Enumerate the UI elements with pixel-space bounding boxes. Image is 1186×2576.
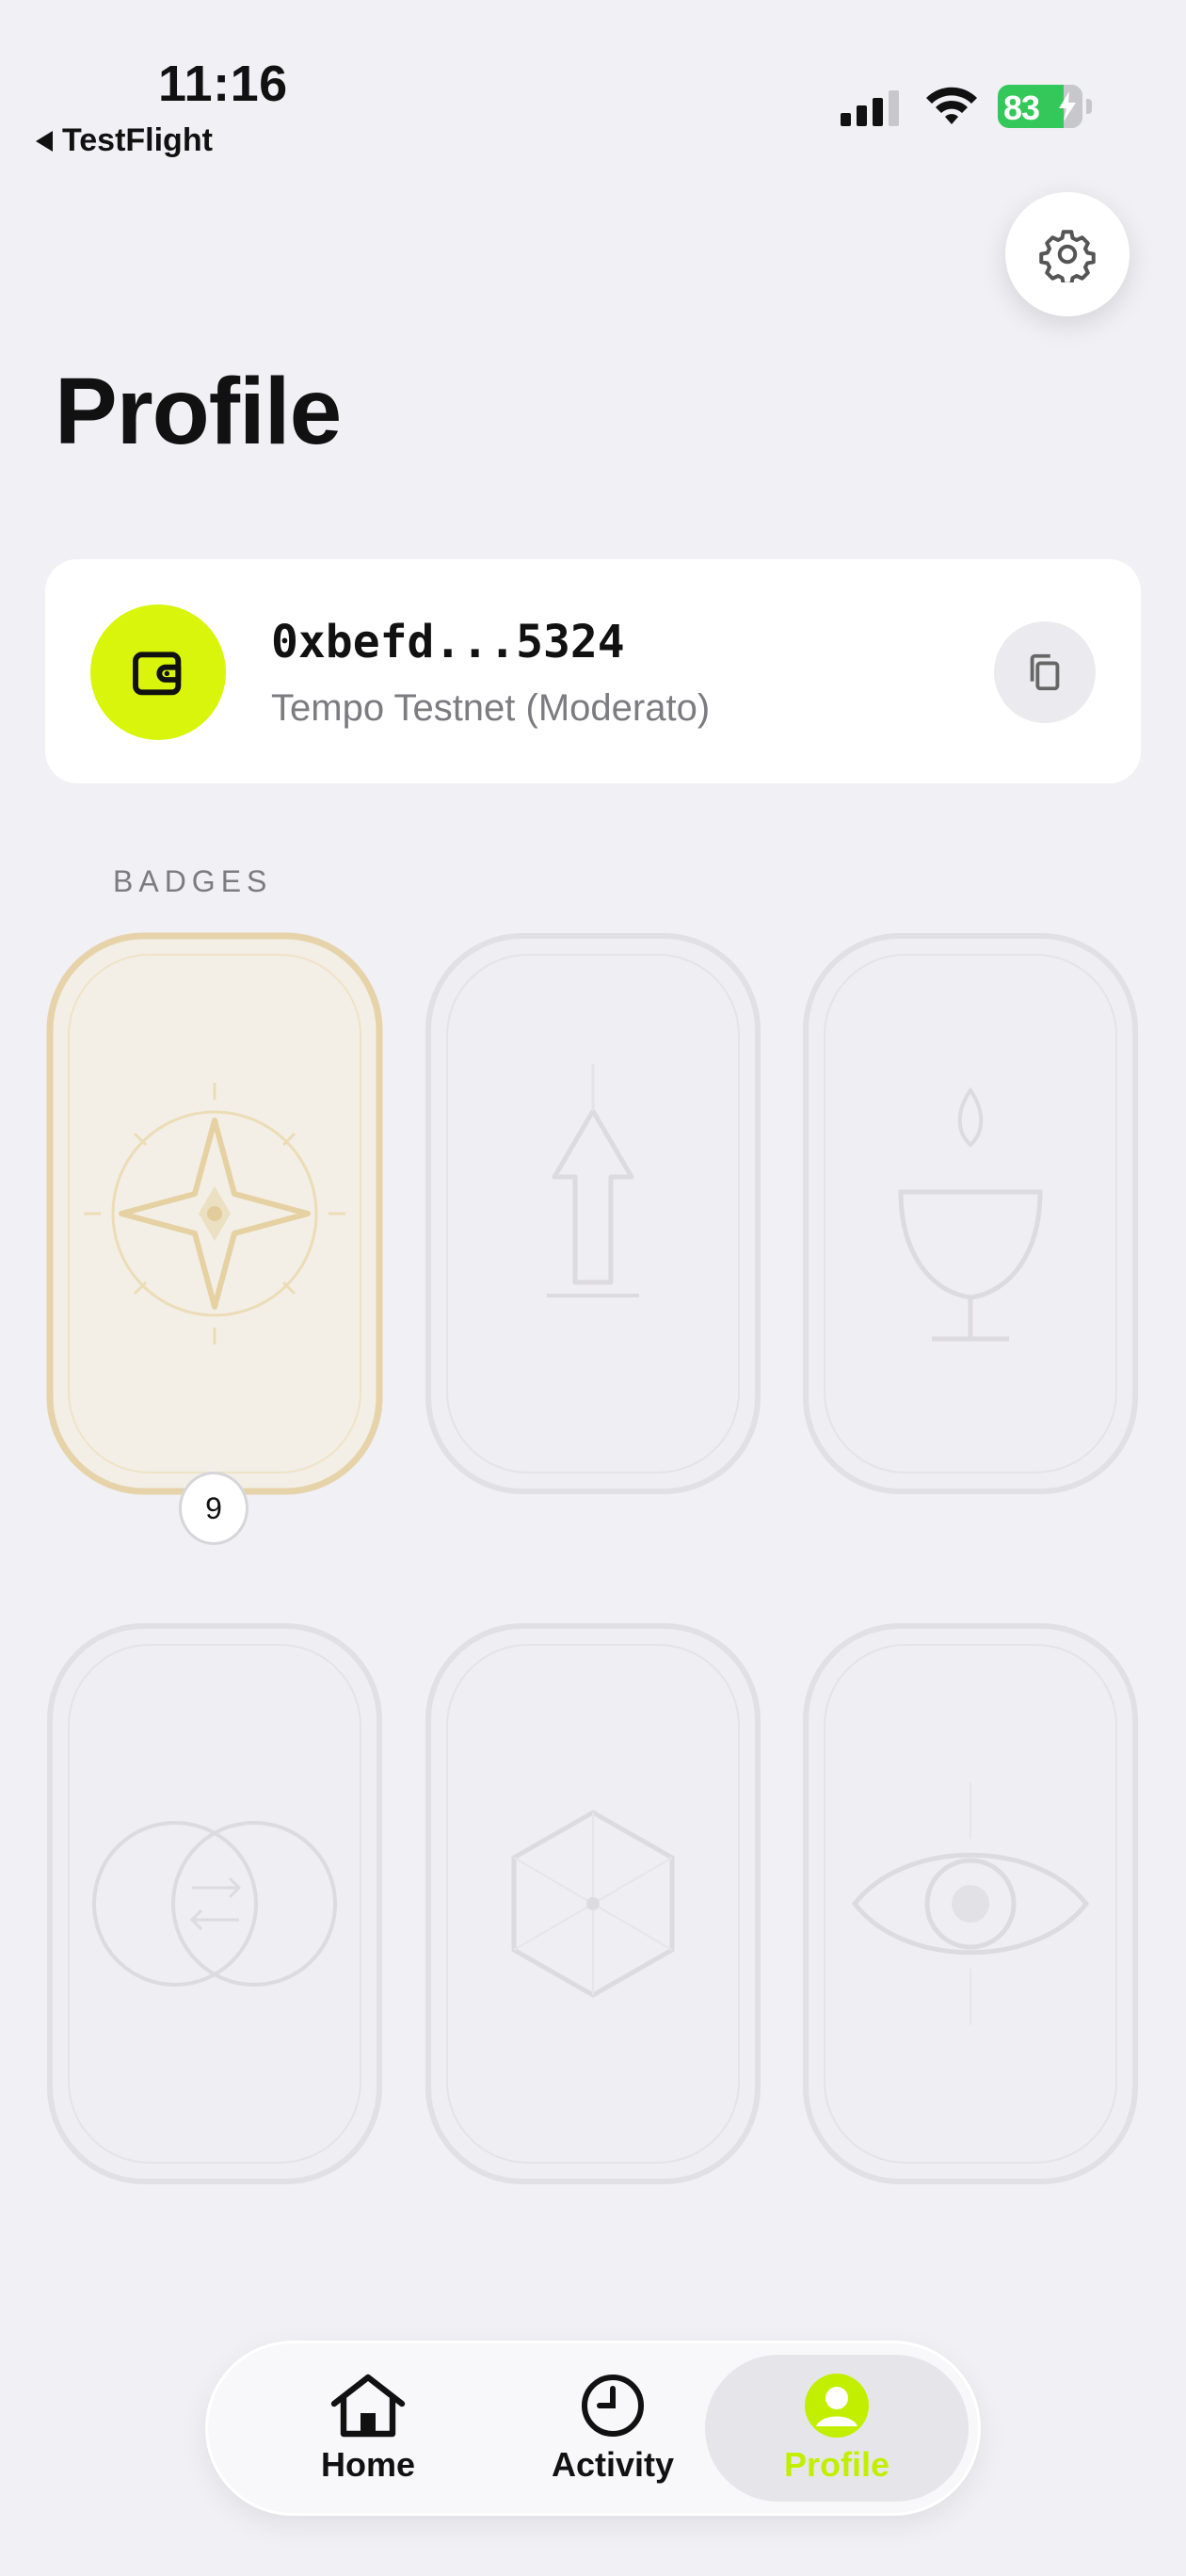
badges-section-label: BADGES [113, 864, 273, 898]
chalice-flame-badge[interactable] [802, 932, 1139, 1495]
tab-profile-label: Profile [783, 2445, 890, 2484]
tab-bar: Home Activity Profile [205, 2341, 981, 2516]
gear-icon [1039, 230, 1096, 282]
tab-activity[interactable]: Activity [509, 2343, 716, 2513]
back-arrow-icon [36, 130, 53, 152]
tab-home[interactable]: Home [274, 2343, 462, 2513]
back-label: TestFlight [62, 122, 213, 158]
copy-address-button[interactable] [994, 621, 1096, 723]
page-title: Profile [55, 359, 342, 464]
back-to-testflight[interactable]: TestFlight [36, 122, 213, 159]
tab-activity-label: Activity [551, 2445, 675, 2484]
overlap-circles-badge[interactable] [46, 1622, 383, 2185]
battery-indicator: 83 [998, 85, 1092, 128]
hexagon-badge[interactable] [425, 1622, 761, 2185]
profile-icon [805, 2374, 869, 2438]
compass-star-badge[interactable] [46, 932, 383, 1495]
home-icon [330, 2374, 406, 2438]
clock-icon [582, 2375, 644, 2437]
cellular-signal-icon [841, 90, 899, 126]
charging-bolt-icon [1059, 91, 1076, 121]
wallet-icon [133, 652, 182, 696]
tab-home-label: Home [320, 2445, 416, 2484]
wallet-card[interactable]: 0xbefd...5324 Tempo Testnet (Moderato) [45, 559, 1141, 783]
battery-percent: 83 [1003, 89, 1040, 127]
wifi-icon [926, 87, 977, 124]
arrow-up-badge[interactable] [425, 932, 761, 1495]
status-time: 11:16 [158, 56, 288, 112]
wallet-network: Tempo Testnet (Moderato) [271, 687, 711, 729]
settings-button[interactable] [1005, 192, 1130, 316]
tab-profile[interactable]: Profile [705, 2355, 969, 2502]
copy-icon [1030, 653, 1060, 691]
eye-badge[interactable] [802, 1622, 1139, 2185]
wallet-address: 0xbefd...5324 [271, 616, 625, 668]
wallet-avatar [90, 604, 226, 740]
badge-count: 9 [179, 1472, 248, 1545]
